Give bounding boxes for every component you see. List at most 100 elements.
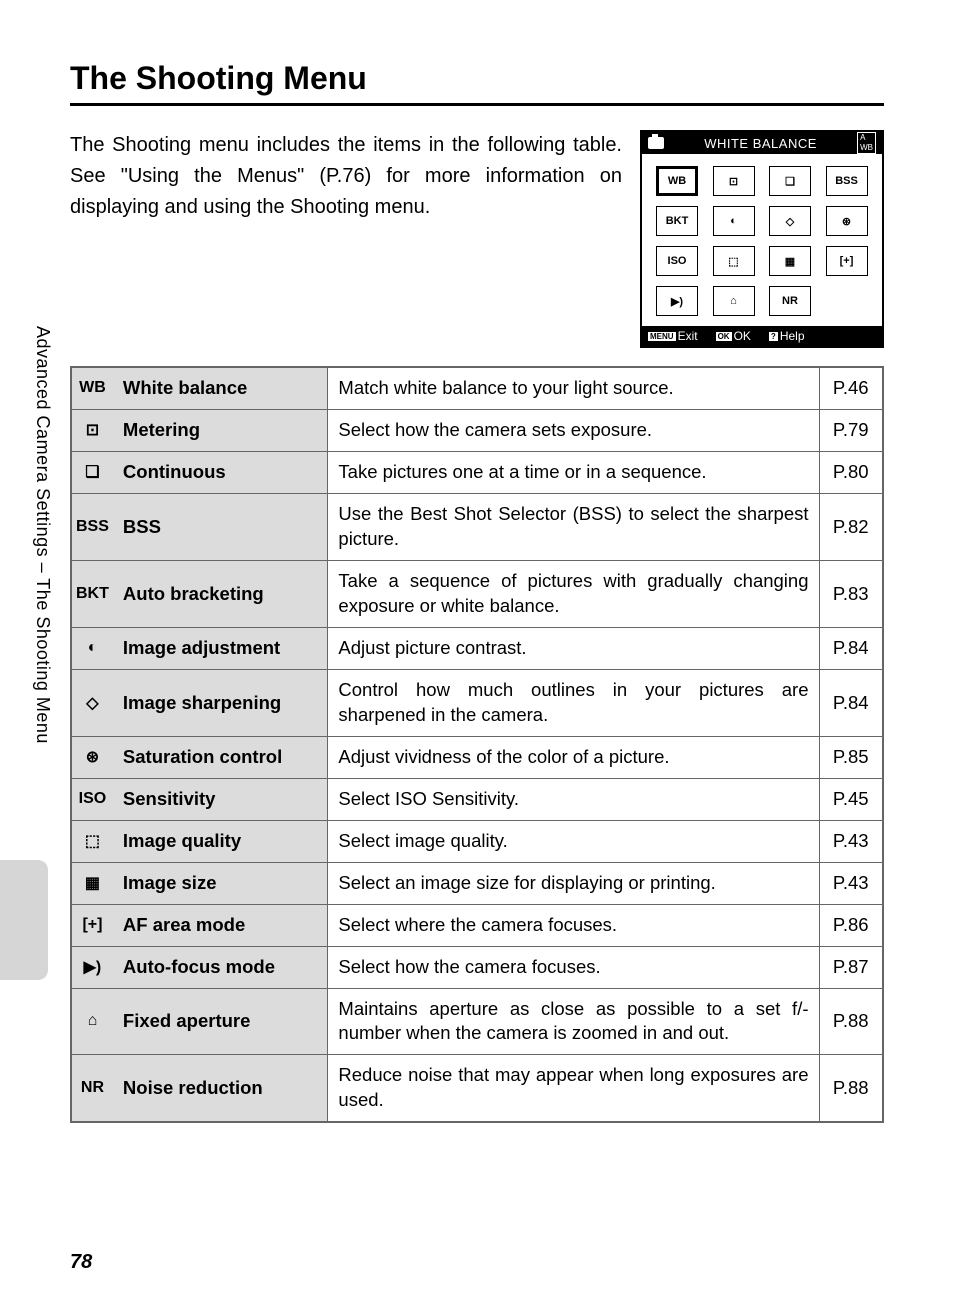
menu-item-icon: ❏ <box>71 451 113 493</box>
menu-item-page: P.87 <box>819 946 883 988</box>
menu-item-name: White balance <box>113 367 328 409</box>
menu-item-page: P.43 <box>819 820 883 862</box>
table-row: BSSBSSUse the Best Shot Selector (BSS) t… <box>71 493 883 560</box>
menu-item-icon: WB <box>71 367 113 409</box>
camera-icon <box>648 137 664 149</box>
menu-item-description: Control how much outlines in your pictur… <box>328 669 819 736</box>
screenshot-menu-item: ▦ <box>769 246 811 276</box>
table-row: ▦Image sizeSelect an image size for disp… <box>71 862 883 904</box>
table-row: WBWhite balanceMatch white balance to yo… <box>71 367 883 409</box>
menu-item-name: Fixed aperture <box>113 988 328 1055</box>
screenshot-menu-item: ❏ <box>769 166 811 196</box>
menu-item-page: P.88 <box>819 1055 883 1122</box>
menu-item-icon: NR <box>71 1055 113 1122</box>
screenshot-header: WHITE BALANCE AWB <box>642 132 882 154</box>
table-row: ⌂Fixed apertureMaintains aperture as clo… <box>71 988 883 1055</box>
table-row: ◐Image adjustmentAdjust picture contrast… <box>71 627 883 669</box>
menu-item-icon: ⬚ <box>71 820 113 862</box>
screenshot-menu-item: NR <box>769 286 811 316</box>
menu-item-page: P.43 <box>819 862 883 904</box>
table-row: ⊡MeteringSelect how the camera sets expo… <box>71 409 883 451</box>
table-row: ◇Image sharpeningControl how much outlin… <box>71 669 883 736</box>
menu-item-icon: ⊡ <box>71 409 113 451</box>
menu-item-page: P.84 <box>819 669 883 736</box>
menu-item-page: P.46 <box>819 367 883 409</box>
menu-item-name: Image sharpening <box>113 669 328 736</box>
menu-item-icon: BSS <box>71 493 113 560</box>
page-title: The Shooting Menu <box>70 60 884 106</box>
menu-item-description: Adjust vividness of the color of a pictu… <box>328 736 819 778</box>
menu-item-icon: ⌂ <box>71 988 113 1055</box>
intro-text: The Shooting menu includes the items in … <box>70 130 622 223</box>
menu-item-icon: ⊛ <box>71 736 113 778</box>
table-row: ⬚Image qualitySelect image quality.P.43 <box>71 820 883 862</box>
menu-item-description: Match white balance to your light source… <box>328 367 819 409</box>
menu-item-page: P.88 <box>819 988 883 1055</box>
table-row: ▶)Auto-focus modeSelect how the camera f… <box>71 946 883 988</box>
screenshot-menu-item: BSS <box>826 166 868 196</box>
menu-screenshot: WHITE BALANCE AWB WB⊡❏BSSBKT◐◇⊛ISO⬚▦[+]▶… <box>640 130 884 348</box>
menu-item-description: Adjust picture contrast. <box>328 627 819 669</box>
table-row: NRNoise reductionReduce noise that may a… <box>71 1055 883 1122</box>
menu-item-name: Saturation control <box>113 736 328 778</box>
menu-item-description: Select how the camera focuses. <box>328 946 819 988</box>
menu-item-icon: [+] <box>71 904 113 946</box>
menu-item-description: Select how the camera sets exposure. <box>328 409 819 451</box>
page-number: 78 <box>70 1251 92 1274</box>
menu-item-name: Noise reduction <box>113 1055 328 1122</box>
shooting-menu-table: WBWhite balanceMatch white balance to yo… <box>70 366 884 1123</box>
menu-item-name: Image quality <box>113 820 328 862</box>
menu-item-name: Image size <box>113 862 328 904</box>
menu-item-icon: ▦ <box>71 862 113 904</box>
menu-item-page: P.82 <box>819 493 883 560</box>
table-row: BKTAuto bracketingTake a sequence of pic… <box>71 560 883 627</box>
screenshot-menu-item: ⊛ <box>826 206 868 236</box>
menu-item-description: Select ISO Sensitivity. <box>328 778 819 820</box>
menu-item-page: P.83 <box>819 560 883 627</box>
menu-item-icon: ISO <box>71 778 113 820</box>
menu-item-page: P.84 <box>819 627 883 669</box>
menu-item-icon: ▶) <box>71 946 113 988</box>
screenshot-grid: WB⊡❏BSSBKT◐◇⊛ISO⬚▦[+]▶)⌂NR <box>642 154 882 326</box>
menu-item-name: BSS <box>113 493 328 560</box>
menu-item-icon: BKT <box>71 560 113 627</box>
sidebar-label: Advanced Camera Settings – The Shooting … <box>32 326 53 744</box>
screenshot-menu-item: ◇ <box>769 206 811 236</box>
menu-item-name: Image adjustment <box>113 627 328 669</box>
footer-ok: OKOK <box>716 329 751 343</box>
menu-item-name: Continuous <box>113 451 328 493</box>
menu-item-name: AF area mode <box>113 904 328 946</box>
screenshot-menu-item: ◐ <box>713 206 755 236</box>
screenshot-menu-item: ISO <box>656 246 698 276</box>
menu-item-description: Take a sequence of pictures with gradual… <box>328 560 819 627</box>
menu-item-name: Sensitivity <box>113 778 328 820</box>
table-row: [+]AF area modeSelect where the camera f… <box>71 904 883 946</box>
table-row: ❏ContinuousTake pictures one at a time o… <box>71 451 883 493</box>
menu-item-icon: ◇ <box>71 669 113 736</box>
screenshot-menu-item <box>826 286 868 316</box>
screenshot-menu-item: ⌂ <box>713 286 755 316</box>
footer-exit: MENUExit <box>648 329 698 343</box>
sidebar-tab <box>0 860 48 980</box>
menu-item-description: Take pictures one at a time or in a sequ… <box>328 451 819 493</box>
menu-item-description: Use the Best Shot Selector (BSS) to sele… <box>328 493 819 560</box>
table-row: ISOSensitivitySelect ISO Sensitivity.P.4… <box>71 778 883 820</box>
menu-item-page: P.86 <box>819 904 883 946</box>
menu-item-icon: ◐ <box>71 627 113 669</box>
intro-row: The Shooting menu includes the items in … <box>70 130 884 348</box>
menu-item-page: P.80 <box>819 451 883 493</box>
menu-item-page: P.79 <box>819 409 883 451</box>
menu-item-name: Metering <box>113 409 328 451</box>
table-row: ⊛Saturation controlAdjust vividness of t… <box>71 736 883 778</box>
screenshot-menu-item: WB <box>656 166 698 196</box>
menu-item-description: Select an image size for displaying or p… <box>328 862 819 904</box>
menu-item-name: Auto bracketing <box>113 560 328 627</box>
screenshot-menu-item: ⬚ <box>713 246 755 276</box>
menu-item-page: P.85 <box>819 736 883 778</box>
screenshot-title: WHITE BALANCE <box>704 136 817 151</box>
screenshot-menu-item: ▶) <box>656 286 698 316</box>
wb-mode-icon: AWB <box>857 132 876 154</box>
menu-item-description: Reduce noise that may appear when long e… <box>328 1055 819 1122</box>
screenshot-footer: MENUExit OKOK ?Help <box>642 326 882 346</box>
menu-item-description: Select image quality. <box>328 820 819 862</box>
